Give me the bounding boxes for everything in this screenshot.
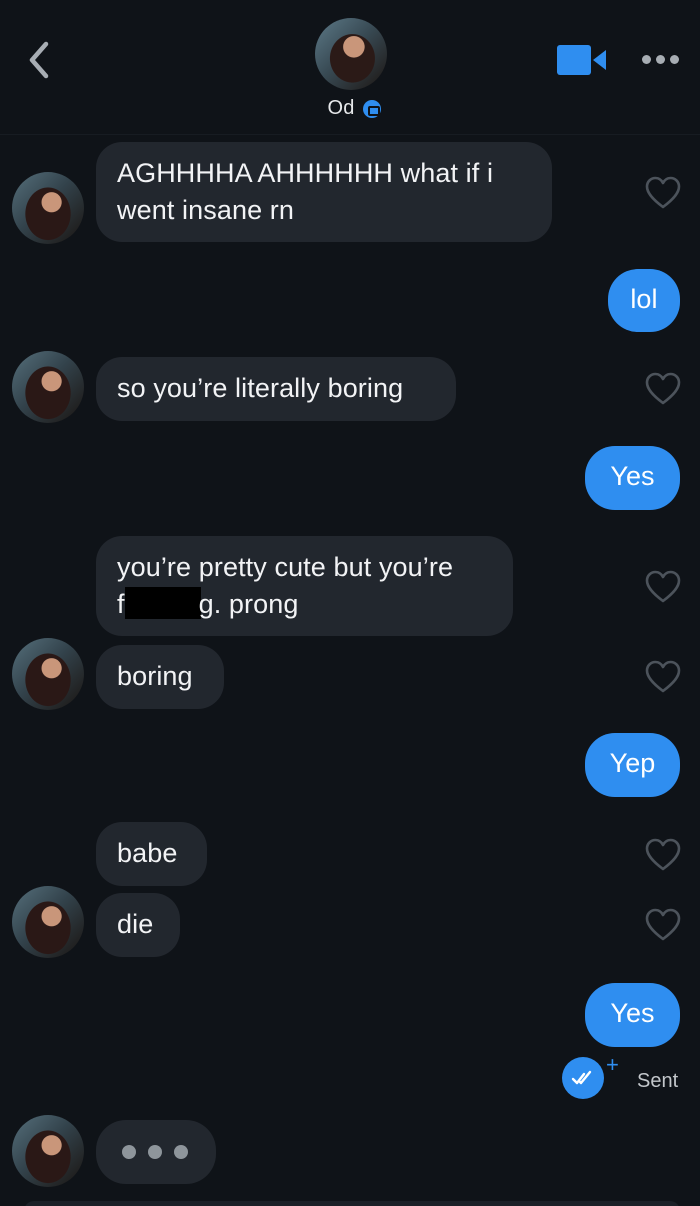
double-check-icon [562,1057,604,1099]
message-text: die [117,909,154,939]
sender-avatar[interactable] [12,1115,84,1187]
contact-name-label: Od [327,97,355,119]
message-text: babe [117,838,178,868]
typing-dot [122,1145,136,1159]
sender-avatar[interactable] [12,638,84,710]
message-text: lol [630,284,658,314]
more-dot [642,55,651,64]
more-dot [656,55,665,64]
incoming-message-bubble[interactable]: AGHHHHA AHHHHHH what if i went insane rn [96,142,552,242]
chat-screen: Od AGHHHHA AHHHHHH what if i went insane… [0,0,700,1206]
typing-dot [148,1145,162,1159]
message-text: so you’re literally boring [117,373,404,403]
more-horizontal-icon[interactable] [640,50,682,68]
heart-icon[interactable] [645,838,681,872]
incoming-message-bubble[interactable]: die [96,893,180,957]
redaction-bar [124,587,201,619]
message-composer[interactable] [24,1201,680,1206]
sender-avatar[interactable] [12,172,84,244]
message-text: went insane rn [117,195,295,225]
message-text: Yep [609,748,656,778]
heart-icon[interactable] [645,660,681,694]
message-text: boring [117,661,193,691]
outgoing-message-bubble[interactable]: Yes [585,983,680,1047]
message-text: Yes [610,461,655,491]
video-camera-icon[interactable] [557,44,607,76]
incoming-message-bubble[interactable]: boring [96,645,224,709]
message-text: f [117,589,125,619]
incoming-message-bubble[interactable]: you’re pretty cute but you’re f g. prong [96,536,513,636]
outgoing-message-bubble[interactable]: lol [608,269,680,332]
sender-avatar[interactable] [12,351,84,423]
incoming-message-bubble[interactable]: babe [96,822,207,886]
heart-icon[interactable] [645,372,681,406]
header-divider [0,134,700,135]
sender-avatar[interactable] [12,886,84,958]
message-text: AGHHHHA AHHHHHH what if i [117,158,494,188]
message-text: Yes [610,998,655,1028]
chevron-left-icon[interactable] [22,38,58,82]
contact-name[interactable]: Od [327,97,381,120]
message-text: g. prong [198,589,299,619]
plus-icon: + [606,1052,619,1077]
more-dot [670,55,679,64]
outgoing-message-bubble[interactable]: Yes [585,446,680,510]
heart-icon[interactable] [645,570,681,604]
heart-icon[interactable] [645,908,681,942]
incoming-message-bubble[interactable]: so you’re literally boring [96,357,456,421]
chat-header: Od [0,0,700,135]
typing-dot [174,1145,188,1159]
typing-indicator [96,1120,216,1184]
message-text: you’re pretty cute but you’re [117,552,454,582]
sent-status: Sent [637,1070,679,1092]
camera-badge-icon [362,100,381,118]
outgoing-message-bubble[interactable]: Yep [585,733,680,797]
heart-icon[interactable] [645,176,681,210]
contact-avatar[interactable] [315,18,387,90]
